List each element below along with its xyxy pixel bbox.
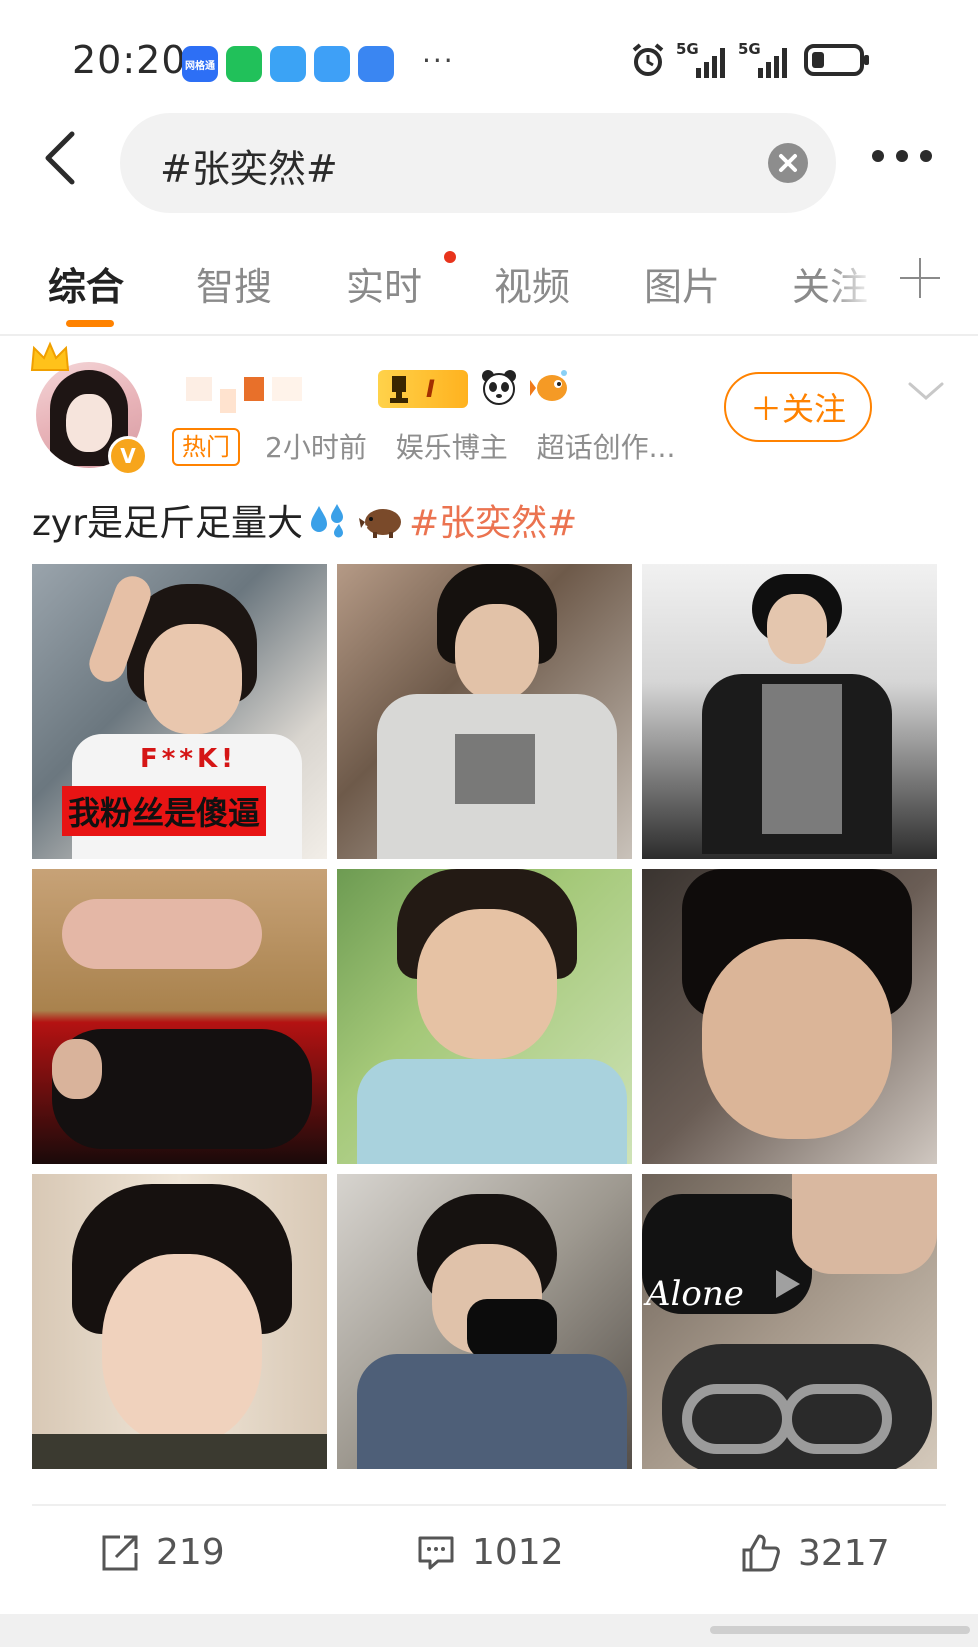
photo-6[interactable] bbox=[642, 869, 937, 1164]
tab-video[interactable]: 视频 bbox=[494, 256, 570, 311]
photo-3[interactable] bbox=[642, 564, 937, 859]
tab-smart-search[interactable]: 智搜 bbox=[196, 256, 272, 311]
battery-icon bbox=[804, 44, 869, 76]
photo-9[interactable]: Alone bbox=[642, 1174, 937, 1469]
active-tab-indicator bbox=[66, 320, 114, 327]
action-divider bbox=[32, 1504, 946, 1506]
header-divider bbox=[0, 334, 978, 336]
verified-badge-icon: V bbox=[108, 436, 148, 476]
boar-icon bbox=[359, 509, 402, 538]
follow-button[interactable]: ＋关注 bbox=[724, 372, 872, 442]
signal-2-icon: 5G bbox=[738, 40, 790, 78]
chevron-down-icon[interactable] bbox=[906, 378, 946, 404]
like-count: 3217 bbox=[798, 1532, 890, 1574]
username-redacted[interactable] bbox=[186, 372, 376, 413]
photo-1-overlay: F**K! bbox=[140, 744, 237, 774]
post-text: zyr是足斤足量大 #张奕然# bbox=[32, 494, 577, 546]
system-status-icons: 5G 5G bbox=[630, 40, 870, 78]
sweat-droplets-icon bbox=[311, 504, 344, 538]
realtime-new-dot bbox=[444, 251, 456, 263]
photo-1[interactable]: F**K! 我粉丝是傻逼 bbox=[32, 564, 327, 859]
author-role: 娱乐博主 bbox=[395, 431, 508, 464]
comment-button[interactable]: 1012 bbox=[416, 1532, 564, 1573]
search-query-text: #张奕然# bbox=[160, 147, 338, 191]
post-meta: 2小时前 娱乐博主 超话创作... bbox=[265, 426, 695, 466]
photo-1-caption: 我粉丝是傻逼 bbox=[62, 786, 267, 836]
wangxintong-app-icon: 网格通 bbox=[182, 46, 218, 82]
topic-link[interactable]: #张奕然# bbox=[409, 494, 577, 546]
fan-level-badge: I bbox=[378, 370, 468, 408]
play-icon[interactable] bbox=[766, 1264, 806, 1304]
message-app-icon bbox=[358, 46, 394, 82]
thumbs-up-icon bbox=[742, 1534, 780, 1572]
like-button[interactable]: 3217 bbox=[740, 1532, 890, 1574]
signal-1-icon: 5G bbox=[676, 40, 728, 78]
alarm-icon bbox=[632, 43, 664, 76]
crown-icon bbox=[30, 341, 70, 371]
tab-realtime[interactable]: 实时 bbox=[346, 256, 422, 311]
photo-2[interactable] bbox=[337, 564, 632, 859]
hot-tag: 热门 bbox=[172, 428, 240, 466]
repost-button[interactable]: 219 bbox=[100, 1532, 225, 1573]
photo-4[interactable] bbox=[32, 869, 327, 1164]
tab-images[interactable]: 图片 bbox=[644, 256, 720, 311]
books-app-icon bbox=[270, 46, 306, 82]
panda-icon bbox=[482, 370, 516, 405]
tab-comprehensive[interactable]: 综合 bbox=[48, 256, 124, 311]
photo-5[interactable] bbox=[337, 869, 632, 1164]
pufferfish-icon bbox=[530, 370, 567, 401]
post-time: 2小时前 bbox=[265, 431, 367, 464]
wechat-app-icon bbox=[226, 46, 262, 82]
add-tab-plus-icon[interactable] bbox=[900, 258, 940, 298]
photo-8[interactable] bbox=[337, 1174, 632, 1469]
back-button[interactable] bbox=[38, 128, 88, 188]
share-icon bbox=[102, 1535, 138, 1570]
clear-search-button[interactable] bbox=[768, 143, 808, 183]
comment-icon bbox=[418, 1536, 454, 1569]
more-notifications-indicator: ··· bbox=[422, 44, 455, 77]
trophy-icon bbox=[390, 376, 408, 403]
photo-9-overlay: Alone bbox=[646, 1274, 744, 1314]
home-indicator[interactable] bbox=[710, 1626, 970, 1634]
comment-count: 1012 bbox=[472, 1532, 564, 1573]
close-icon bbox=[779, 154, 797, 172]
repost-count: 219 bbox=[156, 1532, 225, 1573]
weather-app-icon bbox=[314, 46, 350, 82]
status-time: 20:20 bbox=[72, 38, 187, 82]
post-text-body: zyr是足斤足量大 bbox=[32, 503, 304, 544]
more-options-button[interactable] bbox=[872, 150, 962, 170]
author-role-2: 超话创作... bbox=[536, 431, 676, 464]
photo-7[interactable] bbox=[32, 1174, 327, 1469]
